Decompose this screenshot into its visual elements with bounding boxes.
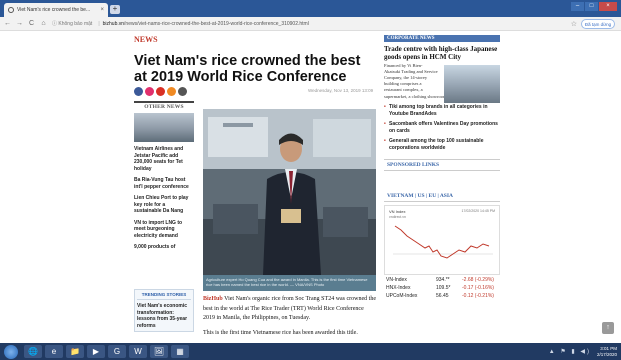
paragraph: This is the first time Vietnamese rice h… <box>203 329 358 336</box>
window-controls: – □ × <box>571 2 617 11</box>
tab-strip: Viet Nam's rice crowned the be... × + – … <box>0 0 621 17</box>
index-row: VN-Index 934.** -2.68 (-0.29%) <box>384 277 500 283</box>
article-body: BizHub Viet Nam's organic rice from Soc … <box>203 295 376 343</box>
index-change: -0.12 (-0.21%) <box>462 293 494 299</box>
screen: Viet Nam's rice crowned the be... × + – … <box>0 0 621 360</box>
dateline: BizHub <box>203 296 223 302</box>
trending-link[interactable]: Viet Nam's economic transformation: less… <box>137 303 191 329</box>
forward-button[interactable]: → <box>15 20 24 27</box>
article-title: Viet Nam's rice crowned the best at 2019… <box>134 53 361 85</box>
index-name: VN-Index <box>386 277 407 283</box>
index-change: -2.68 (-0.29%) <box>462 277 494 283</box>
profile-button[interactable]: Đã tạm dừng <box>581 19 615 29</box>
url-path: /news/viet-nams-rice-crowned-the-best-at… <box>124 20 309 27</box>
corporate-news-heading[interactable]: CORPORATE NEWS <box>384 35 500 42</box>
news-link[interactable]: VN to import LNG to meet burgeoning elec… <box>134 220 194 240</box>
article-photo <box>203 109 376 275</box>
url-domain: bizhub.vn <box>102 20 125 27</box>
taskbar-app-other[interactable]: ▦ <box>171 345 189 358</box>
index-row: HNX-Index 109.5* -0.17 (-0.16%) <box>384 285 500 291</box>
index-value: 934.** <box>436 277 450 283</box>
index-name: UPCoM-Index <box>386 293 418 299</box>
security-indicator[interactable]: ⓘ Không bảo mật <box>52 20 92 27</box>
taskbar-app-chrome[interactable]: 🌐 <box>24 345 42 358</box>
reload-button[interactable]: C <box>27 20 36 27</box>
taskbar-app-word[interactable]: W <box>129 345 147 358</box>
photo-illustration <box>203 109 376 275</box>
address-bar[interactable]: ⓘ Không bảo mật | bizhub.vn /news/viet-n… <box>52 19 572 29</box>
index-value: 109.5* <box>436 285 451 291</box>
news-link[interactable]: Vietnam Airlines and Jetstar Pacific add… <box>134 146 194 172</box>
google-share-icon[interactable] <box>156 87 165 96</box>
tab-close-icon[interactable]: × <box>100 7 104 13</box>
feature-text: Financed by Vi Bien-Akatsuki Trading and… <box>384 63 438 92</box>
maximize-button[interactable]: □ <box>585 2 598 11</box>
stock-line <box>393 225 493 259</box>
close-window-button[interactable]: × <box>599 2 617 11</box>
minimize-button[interactable]: – <box>571 2 584 11</box>
taskbar-app-explorer[interactable]: 📁 <box>66 345 84 358</box>
taskbar-app-ie[interactable]: e <box>45 345 63 358</box>
facebook-share-icon[interactable] <box>134 87 143 96</box>
right-sidebar: CORPORATE NEWS Trade centre with high-cl… <box>384 35 500 299</box>
other-news: OTHER NEWS Vietnam Airlines and Jetstar … <box>134 101 194 256</box>
corporate-news-link[interactable]: Sacombank offers Valentines Day promotio… <box>384 121 500 134</box>
news-link[interactable]: Lien Chieu Port to play key role for a s… <box>134 195 194 215</box>
trending-stories: TRENDING STORIES Viet Nam's economic tra… <box>134 289 194 332</box>
publish-date: Wednesday, Nov 13, 2019 13:09 <box>308 88 374 93</box>
section-label[interactable]: NEWS <box>134 35 158 44</box>
sponsored-links-heading: SPONSORED LINKS <box>384 159 500 171</box>
globe-icon <box>8 7 14 13</box>
rss-share-icon[interactable] <box>167 87 176 96</box>
start-button[interactable] <box>4 344 18 359</box>
trending-heading: TRENDING STORIES <box>137 292 191 300</box>
index-row: UPCoM-Index 56.45 -0.12 (-0.21%) <box>384 293 500 299</box>
taskbar-app-g[interactable]: G <box>108 345 126 358</box>
email-share-icon[interactable] <box>178 87 187 96</box>
corporate-news-link[interactable]: Generali among the top 100 sustainable c… <box>384 138 500 151</box>
bookmark-star-icon[interactable]: ☆ <box>571 20 577 28</box>
scroll-to-top-button[interactable]: ↑ <box>602 322 614 334</box>
corporate-news-link[interactable]: Tiki among top brands in all categories … <box>384 104 500 117</box>
photo-caption: Agriculture expert Ho Quang Cua and the … <box>203 275 376 291</box>
new-tab-button[interactable]: + <box>110 5 120 14</box>
stock-chart: VN Index vndirect.vn 17/02/2020 14:45 PM <box>384 205 500 275</box>
taskbar-app-photos[interactable]: 🖼 <box>150 345 168 358</box>
back-button[interactable]: ← <box>3 20 12 27</box>
browser-toolbar: ← → C ⌂ ⓘ Không bảo mật | bizhub.vn /new… <box>0 17 621 31</box>
home-button[interactable]: ⌂ <box>39 20 48 27</box>
system-tray-icons[interactable]: ▲ ⚑ ▮ ◀) <box>549 348 591 355</box>
index-name: HNX-Index <box>386 285 411 291</box>
tab-title: Viet Nam's rice crowned the be... <box>17 7 91 13</box>
feature-title[interactable]: Trade centre with high-class Japanese go… <box>384 45 500 61</box>
system-clock[interactable]: 3:01 PM 2/17/2020 <box>597 346 617 357</box>
news-link[interactable]: 9,000 products of <box>134 244 194 251</box>
instagram-share-icon[interactable] <box>145 87 154 96</box>
paragraph: Viet Nam's organic rice from Soc Trang S… <box>203 296 377 321</box>
taskbar-app-media[interactable]: ▶ <box>87 345 105 358</box>
other-news-thumbnail[interactable] <box>134 113 194 142</box>
taskbar: 🌐 e 📁 ▶ G W 🖼 ▦ ▲ ⚑ ▮ ◀) 3:01 PM 2/17/20… <box>0 343 621 360</box>
browser-tab[interactable]: Viet Nam's rice crowned the be... × <box>4 3 108 17</box>
clock-date: 2/17/2020 <box>596 351 617 357</box>
clock-time: 3:01 PM <box>600 346 617 351</box>
index-change: -0.17 (-0.16%) <box>462 285 494 291</box>
address-separator: | <box>98 20 100 27</box>
news-link[interactable]: Ba Ria-Vung Tau host int'l pepper confer… <box>134 177 194 190</box>
other-news-heading: OTHER NEWS <box>134 101 194 110</box>
stock-market-tabs[interactable]: VIETNAM | US | EU | ASIA <box>384 191 500 202</box>
feature-thumbnail[interactable] <box>444 65 500 103</box>
web-page: NEWS Viet Nam's rice crowned the best at… <box>0 31 621 343</box>
index-value: 56.45 <box>436 293 449 299</box>
feature-summary: Financed by Vi Bien-Akatsuki Trading and… <box>384 63 500 103</box>
share-buttons <box>134 87 187 96</box>
